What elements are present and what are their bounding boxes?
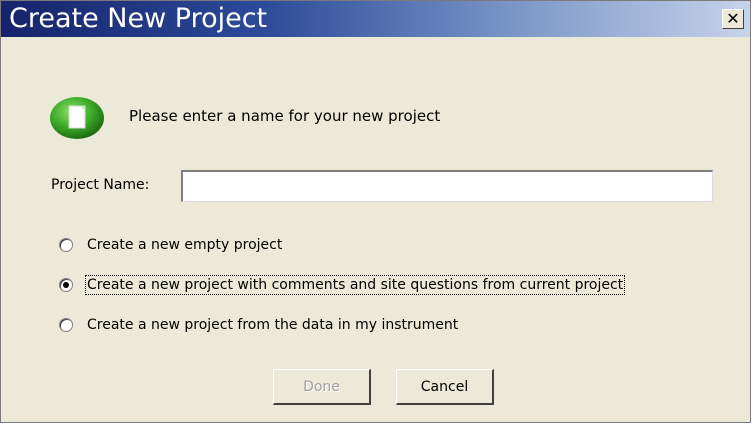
option-copy-comments[interactable]: Create a new project with comments and s…	[59, 274, 626, 296]
option-empty-project-label: Create a new empty project	[87, 237, 283, 253]
project-name-label: Project Name:	[51, 177, 150, 193]
radio-from-instrument[interactable]	[59, 318, 73, 332]
close-button[interactable]: ✕	[722, 9, 744, 29]
done-button[interactable]: Done	[273, 369, 371, 405]
project-app-icon	[50, 97, 104, 139]
cancel-button-label: Cancel	[420, 378, 469, 395]
project-name-input[interactable]	[181, 170, 713, 202]
option-from-instrument-label: Create a new project from the data in my…	[87, 317, 459, 333]
window-title: Create New Project	[9, 3, 268, 34]
radio-empty-project[interactable]	[59, 238, 73, 252]
prompt-text: Please enter a name for your new project	[129, 107, 441, 125]
radio-copy-comments[interactable]	[59, 278, 73, 292]
done-button-label: Done	[303, 378, 340, 395]
option-empty-project[interactable]: Create a new empty project	[59, 234, 282, 256]
create-project-dialog: Create New Project ✕ Please enter a name…	[0, 0, 751, 423]
close-icon: ✕	[726, 9, 740, 28]
cancel-button[interactable]: Cancel	[396, 369, 494, 405]
title-bar[interactable]: Create New Project ✕	[1, 1, 750, 37]
option-from-instrument[interactable]: Create a new project from the data in my…	[59, 314, 458, 336]
option-copy-comments-label: Create a new project with comments and s…	[84, 275, 626, 295]
